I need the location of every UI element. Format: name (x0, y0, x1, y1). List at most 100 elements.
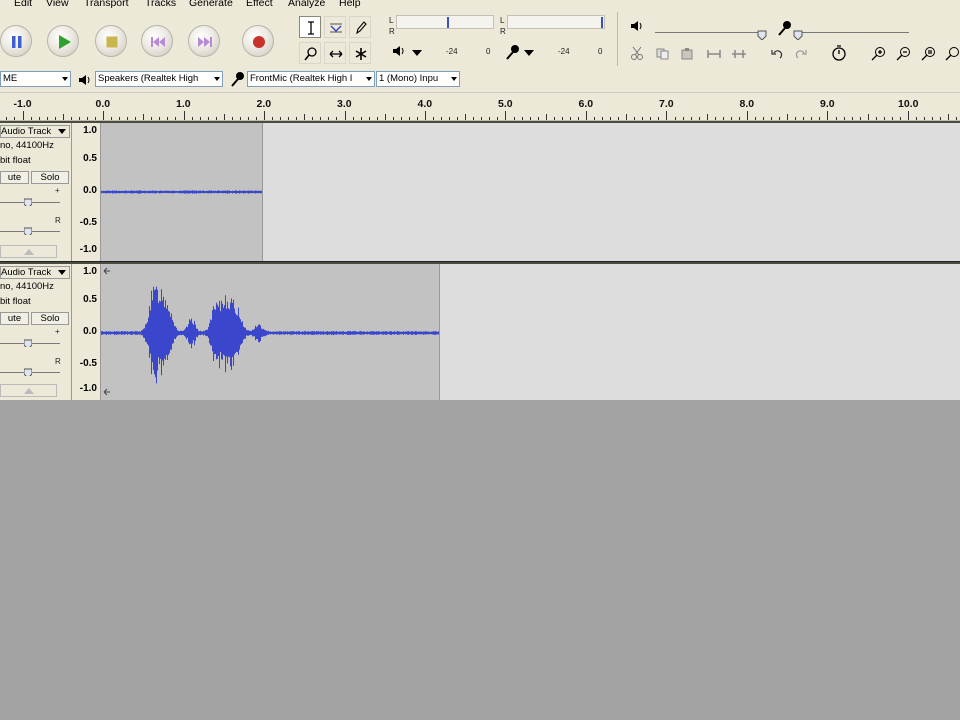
solo-button[interactable]: Solo (31, 312, 69, 325)
cut-icon[interactable] (630, 46, 644, 60)
menu-effect[interactable]: Effect (246, 0, 273, 9)
speaker-icon (631, 21, 642, 31)
track-name-menu[interactable]: Audio Track (0, 125, 70, 138)
ruler-tick (626, 114, 627, 120)
menu-transport[interactable]: Transport (84, 0, 129, 9)
amplitude-label: -0.5 (79, 217, 97, 228)
audio-host-select[interactable]: ME (0, 71, 71, 87)
playback-volume-slider[interactable] (655, 32, 765, 33)
ruler-label: 0.0 (95, 98, 111, 110)
skip-to-end-button[interactable] (188, 25, 220, 57)
ruler-tick (763, 117, 764, 120)
selection-tool[interactable] (299, 16, 321, 38)
ruler-tick (200, 117, 201, 120)
menu-generate[interactable]: Generate (189, 0, 233, 9)
playback-meter[interactable] (396, 15, 494, 29)
collapse-track-button[interactable] (0, 245, 57, 258)
ruler-tick (369, 117, 370, 120)
menu-help[interactable]: Help (339, 0, 361, 9)
menu-analyze[interactable]: Analyze (288, 0, 325, 9)
ruler-tick (530, 117, 531, 120)
ruler-tick (610, 117, 611, 120)
amplitude-label: 0.0 (83, 326, 97, 337)
ruler-tick (393, 117, 394, 120)
mute-button[interactable]: ute (0, 312, 29, 325)
zoom-out-icon[interactable] (895, 46, 911, 62)
menu-edit[interactable]: Edit (14, 0, 32, 9)
ruler-tick (473, 117, 474, 120)
meter-r-label: R (389, 27, 395, 36)
envelope-tool[interactable] (324, 16, 346, 38)
ibeam-icon (308, 21, 314, 35)
trim-icon[interactable] (706, 48, 722, 60)
chevron-down-icon[interactable] (524, 50, 534, 56)
undo-icon[interactable] (769, 48, 783, 60)
track-name-menu[interactable]: Audio Track (0, 266, 70, 279)
record-meter[interactable] (507, 15, 605, 29)
play-button[interactable] (47, 25, 79, 57)
ruler-tick (787, 114, 788, 120)
speaker-icon (79, 75, 90, 85)
ruler-tick (111, 117, 112, 120)
slider-thumb-icon[interactable] (757, 26, 767, 40)
double-arrow-icon (329, 50, 343, 58)
slider-thumb-icon[interactable] (24, 366, 32, 376)
record-button[interactable] (242, 25, 274, 57)
meter-tick-label: -24 (558, 47, 570, 56)
record-volume-slider[interactable] (797, 32, 909, 33)
fit-project-icon[interactable] (944, 46, 960, 62)
ruler-tick (634, 117, 635, 120)
ruler-tick (264, 111, 265, 120)
empty-workspace[interactable] (0, 400, 960, 720)
ruler-tick (272, 117, 273, 120)
zoom-tool[interactable] (299, 42, 321, 64)
fit-selection-icon[interactable] (920, 46, 936, 62)
ruler-tick (514, 117, 515, 120)
timeline-ruler[interactable]: -1.0 0.0 1.0 2.0 3.0 4.0 5.0 6.0 7.0 8.0 9.0 10.0 (0, 93, 960, 121)
multi-tool[interactable] (349, 42, 371, 64)
microphone-icon (231, 72, 244, 87)
copy-icon[interactable] (656, 48, 670, 60)
ruler-tick (208, 117, 209, 120)
ruler-tick (433, 117, 434, 120)
ruler-tick (328, 117, 329, 120)
mute-button[interactable]: ute (0, 171, 29, 184)
ruler-tick (232, 117, 233, 120)
silence-icon[interactable] (731, 48, 747, 60)
ruler-tick (224, 114, 225, 120)
device-toolbar: ME Speakers (Realtek High FrontMic (Real… (0, 68, 960, 93)
paste-icon[interactable] (681, 48, 695, 60)
menu-tracks[interactable]: Tracks (145, 0, 176, 9)
waveform (101, 286, 439, 384)
ruler-tick (836, 117, 837, 120)
zoom-in-icon[interactable] (870, 46, 886, 62)
input-device-select[interactable]: FrontMic (Realtek High I (247, 71, 375, 87)
input-channels-select[interactable]: 1 (Mono) Inpu (376, 71, 460, 87)
draw-tool[interactable] (349, 16, 371, 38)
audio-track[interactable]: Audio Track no, 44100Hz bit float ute So… (0, 121, 960, 263)
solo-button[interactable]: Solo (31, 171, 69, 184)
ruler-tick (103, 111, 104, 120)
skip-to-start-button[interactable] (141, 25, 173, 57)
pause-button[interactable] (0, 25, 32, 57)
record-icon (253, 36, 265, 48)
ruler-tick (312, 117, 313, 120)
output-device-select[interactable]: Speakers (Realtek High (95, 71, 223, 87)
redo-icon[interactable] (795, 48, 809, 60)
ruler-tick (956, 117, 957, 120)
track-format-label: bit float (0, 155, 31, 166)
slider-thumb-icon[interactable] (793, 26, 803, 40)
ruler-tick (844, 117, 845, 120)
envelope-icon (330, 23, 342, 33)
slider-thumb-icon[interactable] (24, 337, 32, 347)
collapse-track-button[interactable] (0, 384, 57, 397)
ruler-tick (71, 117, 72, 120)
chevron-down-icon[interactable] (412, 50, 422, 56)
timeshift-tool[interactable] (324, 42, 346, 64)
sync-lock-icon[interactable] (831, 44, 847, 62)
slider-thumb-icon[interactable] (24, 225, 32, 235)
stop-button[interactable] (95, 25, 127, 57)
slider-thumb-icon[interactable] (24, 196, 32, 206)
audio-track[interactable]: Audio Track no, 44100Hz bit float ute So… (0, 262, 960, 402)
menu-view[interactable]: View (46, 0, 69, 9)
